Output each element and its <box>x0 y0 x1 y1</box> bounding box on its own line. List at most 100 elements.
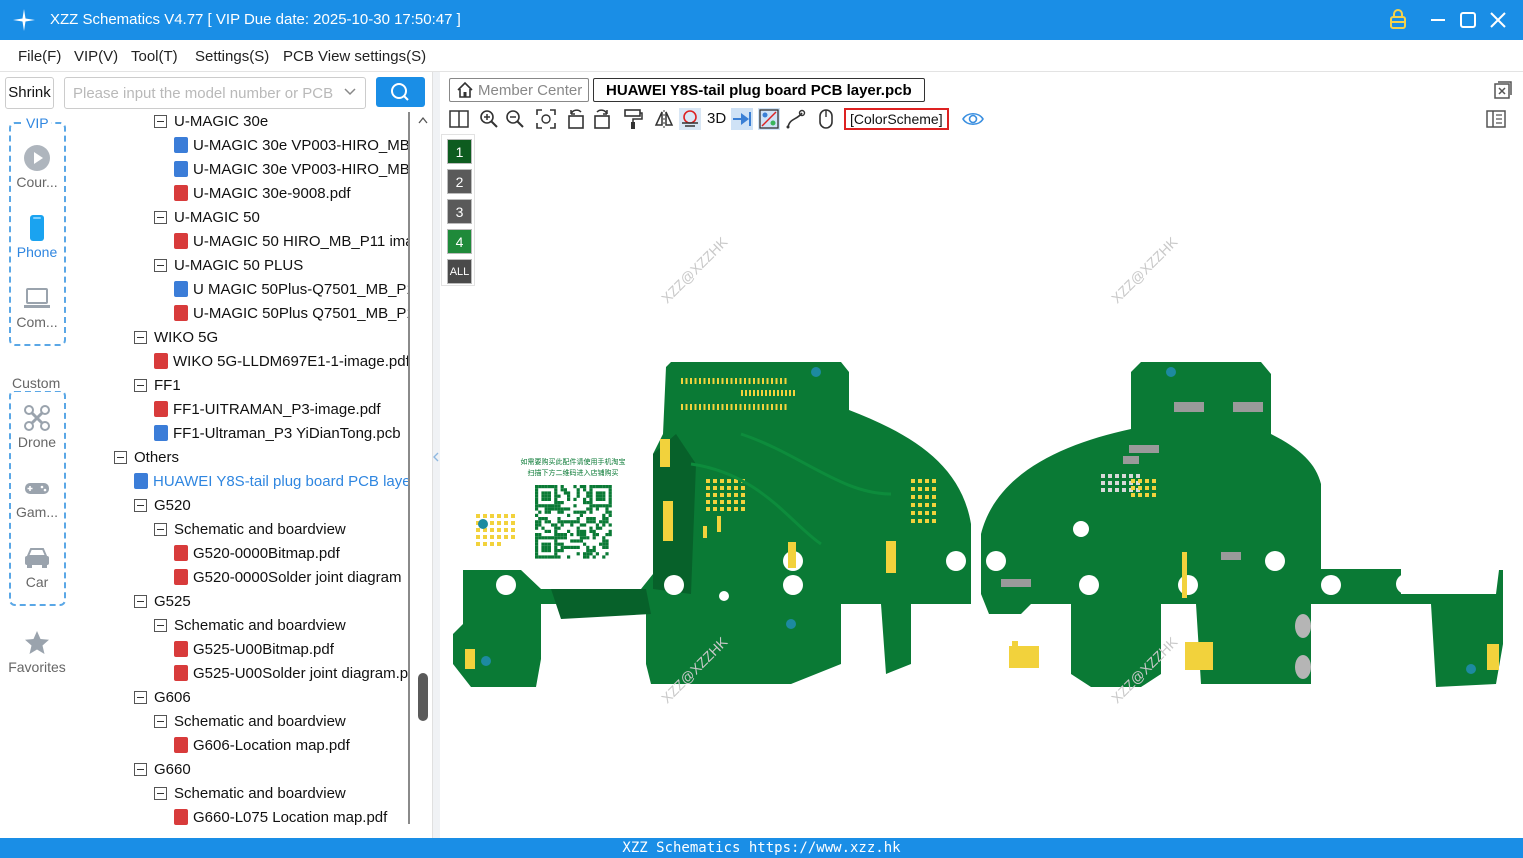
lock-icon[interactable] <box>1386 8 1410 32</box>
tree-file[interactable]: G520-0000Bitmap.pdf <box>174 541 340 565</box>
tree-folder[interactable]: Schematic and boardview <box>154 517 346 541</box>
menu-pcb-view-settings[interactable]: PCB View settings(S) <box>283 48 426 65</box>
home-icon <box>457 81 473 98</box>
collapse-toggle-icon[interactable] <box>134 330 147 344</box>
pdf-file-icon <box>174 305 188 321</box>
tree-file[interactable]: G520-0000Solder joint diagram <box>174 565 401 589</box>
tree-file[interactable]: U-MAGIC 50 HIRO_MB_P11 ima <box>174 229 410 253</box>
menu-settings[interactable]: Settings(S) <box>195 48 269 65</box>
close-button[interactable] <box>1486 8 1510 32</box>
tree-folder[interactable]: G525 <box>134 589 191 613</box>
tree-label: Schematic and boardview <box>174 616 346 634</box>
panel-splitter[interactable] <box>432 72 440 838</box>
nav-courses[interactable]: Cour... <box>0 144 74 190</box>
tree-folder[interactable]: G606 <box>134 685 191 709</box>
maximize-button[interactable] <box>1456 8 1480 32</box>
rotate-left-icon[interactable] <box>565 108 587 130</box>
tree-label: G606 <box>154 688 191 706</box>
collapse-toggle-icon[interactable] <box>134 762 147 776</box>
tree-label: G520-0000Solder joint diagram <box>193 568 402 586</box>
collapse-toggle-icon[interactable] <box>154 522 167 536</box>
tree-folder[interactable]: U-MAGIC 30e <box>154 112 268 133</box>
tree-file[interactable]: U-MAGIC 30e-9008.pdf <box>174 181 351 205</box>
tree-folder[interactable]: Others <box>114 445 179 469</box>
search-input[interactable]: Please input the model number or PCB <box>64 77 366 109</box>
tree-file[interactable]: WIKO 5G-LLDM697E1-1-image.pdf <box>154 349 410 373</box>
tab-member-center[interactable]: Member Center <box>449 78 590 102</box>
tree-file[interactable]: G606-Location map.pdf <box>174 733 350 757</box>
tree-file[interactable]: G660-L075 Location map.pdf <box>174 805 387 829</box>
tree-file[interactable]: G525-U00Bitmap.pdf <box>174 637 334 661</box>
collapse-toggle-icon[interactable] <box>154 114 167 128</box>
tree-scroll-thumb[interactable] <box>418 673 428 721</box>
shrink-button[interactable]: Shrink <box>5 77 54 109</box>
collapse-toggle-icon[interactable] <box>134 594 147 608</box>
tree-folder[interactable]: G520 <box>134 493 191 517</box>
menu-vip[interactable]: VIP(V) <box>74 48 118 65</box>
tree-label: Schematic and boardview <box>174 712 346 730</box>
tree-file[interactable]: U-MAGIC 30e VP003-HIRO_MB_ <box>174 157 410 181</box>
search-button[interactable] <box>376 77 425 107</box>
tree-folder[interactable]: G660 <box>134 757 191 781</box>
tree-folder[interactable]: FF1 <box>134 373 181 397</box>
menu-tool[interactable]: Tool(T) <box>131 48 178 65</box>
tree-file[interactable]: FF1-Ultraman_P3 YiDianTong.pcb <box>154 421 401 445</box>
eye-icon[interactable] <box>962 108 984 130</box>
collapse-left-icon[interactable] <box>431 452 441 462</box>
tree-file[interactable]: U-MAGIC 30e VP003-HIRO_MB_ <box>174 133 410 157</box>
pcb-file-icon <box>174 137 188 153</box>
fit-view-icon[interactable] <box>535 108 557 130</box>
rotate-right-icon[interactable] <box>591 108 613 130</box>
tree-folder[interactable]: U-MAGIC 50 PLUS <box>154 253 303 277</box>
3d-view-button[interactable]: 3D <box>707 110 726 127</box>
mouse-icon[interactable] <box>815 108 837 130</box>
tree-folder[interactable]: U-MAGIC 50 <box>154 205 260 229</box>
collapse-toggle-icon[interactable] <box>114 450 127 464</box>
color-scheme-button[interactable]: [ColorScheme] <box>844 108 949 130</box>
menu-file[interactable]: File(F) <box>18 48 61 65</box>
collapse-toggle-icon[interactable] <box>134 690 147 704</box>
chevron-down-icon[interactable] <box>343 84 357 98</box>
nav-computer[interactable]: Com... <box>0 284 74 330</box>
tree-file[interactable]: U-MAGIC 50Plus Q7501_MB_P1 <box>174 301 410 325</box>
collapse-toggle-icon[interactable] <box>154 618 167 632</box>
tree-file[interactable]: HUAWEI Y8S-tail plug board PCB laye <box>134 469 410 493</box>
zoom-out-icon[interactable] <box>504 108 526 130</box>
collapse-toggle-icon[interactable] <box>154 786 167 800</box>
paint-brush-icon[interactable] <box>622 108 644 130</box>
tree-folder[interactable]: Schematic and boardview <box>154 613 346 637</box>
collapse-toggle-icon[interactable] <box>154 714 167 728</box>
collapse-toggle-icon[interactable] <box>134 378 147 392</box>
pcb-board-left[interactable] <box>453 362 971 687</box>
tree-label: U-MAGIC 30e VP003-HIRO_MB_ <box>193 160 410 178</box>
nav-drone[interactable]: Drone <box>0 404 74 450</box>
tree-file[interactable]: U MAGIC 50Plus-Q7501_MB_P1 <box>174 277 410 301</box>
collapse-toggle-icon[interactable] <box>154 258 167 272</box>
zoom-in-icon[interactable] <box>478 108 500 130</box>
mirror-icon[interactable] <box>653 108 675 130</box>
collapse-toggle-icon[interactable] <box>134 498 147 512</box>
side-panel-icon[interactable] <box>1485 108 1507 130</box>
nav-favorites[interactable]: Favorites <box>0 629 74 675</box>
scroll-up-icon[interactable] <box>418 116 428 124</box>
flip-board-icon[interactable] <box>679 108 701 130</box>
close-tabs-icon[interactable] <box>1493 80 1513 100</box>
minimize-button[interactable] <box>1426 8 1450 32</box>
tree-file[interactable]: G525-U00Solder joint diagram.p <box>174 661 408 685</box>
tab-active-file[interactable]: HUAWEI Y8S-tail plug board PCB layer.pcb <box>593 78 925 102</box>
pcb-canvas[interactable]: 如需要购买此配件请使用手机淘宝 扫描下方二维码进入店铺购买 <box>441 134 1523 838</box>
pin-highlight-icon[interactable] <box>731 108 753 130</box>
trace-tool-icon[interactable] <box>785 108 807 130</box>
nav-games[interactable]: Gam... <box>0 474 74 520</box>
pcb-file-icon <box>154 425 168 441</box>
nav-phone[interactable]: Phone <box>0 214 74 260</box>
collapse-toggle-icon[interactable] <box>154 210 167 224</box>
nav-car[interactable]: Car <box>0 544 74 590</box>
tree-folder[interactable]: WIKO 5G <box>134 325 218 349</box>
net-view-icon[interactable] <box>758 108 780 130</box>
tree-folder[interactable]: Schematic and boardview <box>154 781 346 805</box>
tree-scrollbar[interactable] <box>410 112 432 838</box>
tree-file[interactable]: FF1-UITRAMAN_P3-image.pdf <box>154 397 381 421</box>
split-view-icon[interactable] <box>448 108 470 130</box>
tree-folder[interactable]: Schematic and boardview <box>154 709 346 733</box>
